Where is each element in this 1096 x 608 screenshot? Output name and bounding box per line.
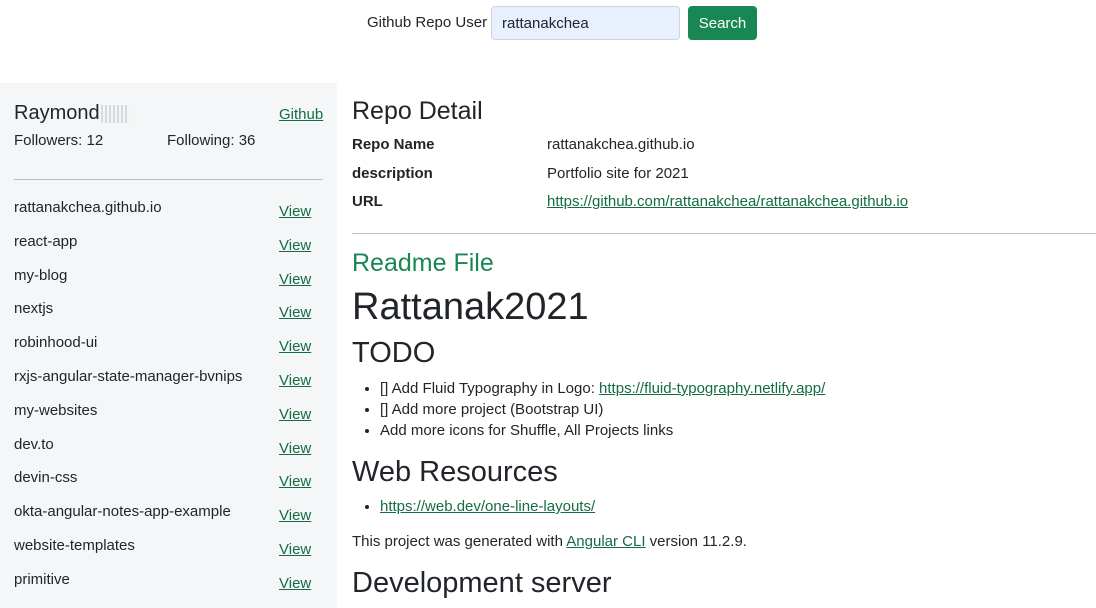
repo-item: dev.to View xyxy=(0,436,337,470)
fluid-typography-link[interactable]: https://fluid-typography.netlify.app/ xyxy=(599,380,825,397)
view-repo-link[interactable]: View xyxy=(279,271,311,288)
repo-name: my-websites xyxy=(14,401,98,419)
repo-name: my-blog xyxy=(14,266,68,284)
repo-url-link[interactable]: https://github.com/rattanakchea/rattanak… xyxy=(547,193,908,210)
gen-after: version 11.2.9. xyxy=(645,533,747,550)
repo-name: nextjs xyxy=(14,300,54,318)
view-repo-link[interactable]: View xyxy=(279,473,311,490)
todo-item: [] Add Fluid Typography in Logo: https:/… xyxy=(380,380,825,401)
gen-before: This project was generated with xyxy=(352,533,567,550)
web-resources-heading: Web Resources xyxy=(352,456,558,488)
development-server-heading: Development server xyxy=(352,567,612,599)
user-name: Raymond xyxy=(14,102,100,124)
avatar xyxy=(100,105,129,123)
repo-name: rattanakchea.github.io xyxy=(14,199,162,216)
repo-item: rxjs-angular-state-manager-bvnips View xyxy=(0,368,337,402)
repo-name-value: rattanakchea.github.io xyxy=(547,136,695,153)
repo-item: my-blog View xyxy=(0,267,337,301)
sidebar-divider xyxy=(14,179,323,180)
one-line-layouts-link[interactable]: https://web.dev/one-line-layouts/ xyxy=(380,498,595,515)
todo-item-text: [] Add Fluid Typography in Logo: xyxy=(380,380,600,397)
repo-detail-panel: Repo Detail Repo Name rattanakchea.githu… xyxy=(352,83,1096,608)
web-resource-item: https://web.dev/one-line-layouts/ xyxy=(380,498,595,515)
repo-name: devin-css xyxy=(14,469,78,487)
repo-item: robinhood-ui View xyxy=(0,334,337,368)
repo-name-label: Repo Name xyxy=(352,136,435,153)
todo-list: [] Add Fluid Typography in Logo: https:/… xyxy=(380,380,825,443)
user-name-row: Raymond xyxy=(14,102,129,125)
view-repo-link[interactable]: View xyxy=(279,575,311,592)
description-value: Portfolio site for 2021 xyxy=(547,165,689,182)
repo-item: nextjs View xyxy=(0,300,337,334)
readme-heading: Rattanak2021 xyxy=(352,286,589,328)
todo-item: Add more icons for Shuffle, All Projects… xyxy=(380,422,825,443)
view-repo-link[interactable]: View xyxy=(279,406,311,423)
repo-name: react-app xyxy=(14,232,78,250)
search-button[interactable]: Search xyxy=(688,6,757,40)
repo-name: dev.to xyxy=(14,435,54,453)
todo-heading: TODO xyxy=(352,337,436,369)
description-label: description xyxy=(352,165,433,182)
repo-item: devin-css View xyxy=(0,469,337,503)
repo-name: primitive xyxy=(14,570,70,588)
view-repo-link[interactable]: View xyxy=(279,237,311,254)
view-repo-link[interactable]: View xyxy=(279,304,311,321)
generated-with-text: This project was generated with Angular … xyxy=(352,533,747,550)
github-user-input[interactable] xyxy=(491,6,680,40)
view-repo-link[interactable]: View xyxy=(279,507,311,524)
web-resources-list: https://web.dev/one-line-layouts/ xyxy=(380,498,595,515)
view-repo-link[interactable]: View xyxy=(279,541,311,558)
detail-divider xyxy=(352,233,1096,234)
repo-item: primitive View xyxy=(0,571,337,605)
view-repo-link[interactable]: View xyxy=(279,203,311,220)
search-label: Github Repo User xyxy=(367,14,488,31)
repo-name: robinhood-ui xyxy=(14,334,98,352)
readme-title: Readme File xyxy=(352,249,494,277)
view-repo-link[interactable]: View xyxy=(279,338,311,355)
url-label: URL xyxy=(352,193,383,210)
angular-cli-link[interactable]: Angular CLI xyxy=(566,533,645,550)
repo-name: rxjs-angular-state-manager-bvnips xyxy=(14,367,243,385)
view-repo-link[interactable]: View xyxy=(279,440,311,457)
search-bar: Github Repo User Search xyxy=(0,0,1096,46)
followers-count: Followers: 12 xyxy=(14,132,104,149)
repo-item: my-websites View xyxy=(0,402,337,436)
github-profile-link[interactable]: Github xyxy=(279,106,323,123)
repo-name: okta-angular-notes-app-example xyxy=(14,503,231,521)
following-count: Following: 36 xyxy=(167,132,256,149)
repo-item: okta-angular-notes-app-example View xyxy=(0,503,337,537)
repo-detail-title: Repo Detail xyxy=(352,97,483,125)
view-repo-link[interactable]: View xyxy=(279,372,311,389)
todo-item: [] Add more project (Bootstrap UI) xyxy=(380,401,825,422)
repo-item: website-templates View xyxy=(0,537,337,571)
repo-item: react-app View xyxy=(0,233,337,267)
repo-list: rattanakchea.github.io View react-app View… xyxy=(0,199,337,605)
repo-item: rattanakchea.github.io View xyxy=(0,199,337,233)
sidebar: Raymond Github Followers: 12 Following: … xyxy=(0,83,337,608)
repo-name: website-templates xyxy=(14,536,135,554)
